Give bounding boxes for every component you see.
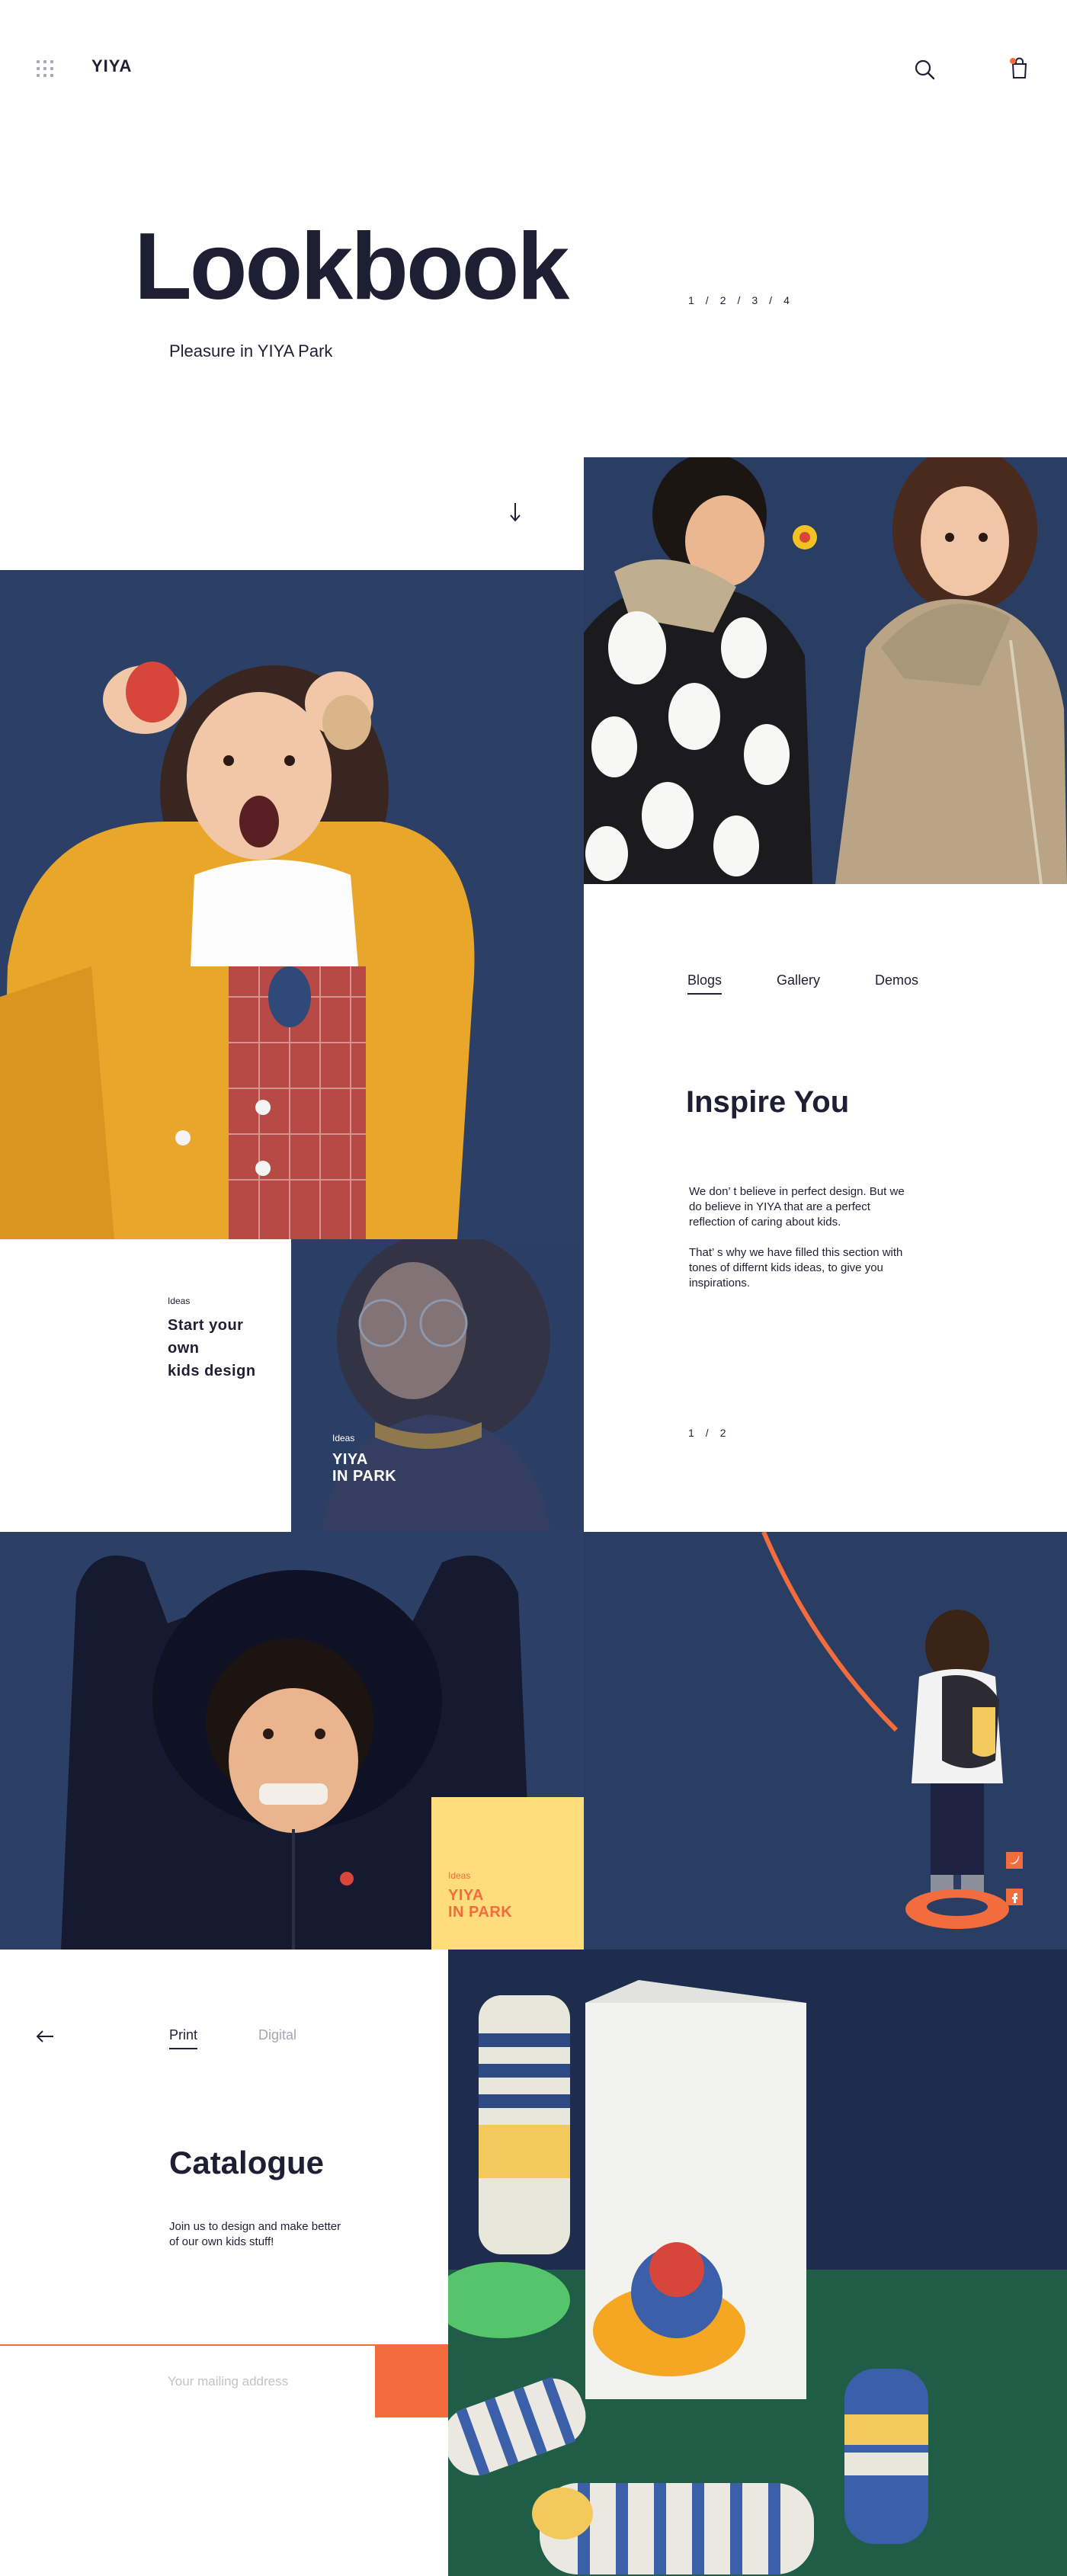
card-label: Ideas xyxy=(448,1870,471,1881)
card-title-line: IN PARK xyxy=(448,1904,513,1921)
pager-sep: / xyxy=(769,294,774,306)
tab-digital[interactable]: Digital xyxy=(258,2027,296,2049)
shopping-bag-icon[interactable] xyxy=(1006,55,1032,81)
page-title: Lookbook xyxy=(134,214,569,319)
pager-item-2[interactable]: 2 xyxy=(720,294,727,306)
photo-two-kids xyxy=(584,457,1067,884)
blog-pager: 1 / 2 xyxy=(688,1427,726,1439)
arrow-left-icon[interactable] xyxy=(35,2029,55,2044)
card-title-line: own xyxy=(168,1340,200,1357)
park-card-1[interactable]: Ideas YIYA IN PARK xyxy=(291,1239,584,1532)
search-icon[interactable] xyxy=(913,58,936,81)
photo-child-rope xyxy=(584,1532,1067,1950)
photo-girl-yellow-coat xyxy=(0,570,584,1239)
pager-item-1[interactable]: 1 xyxy=(688,294,695,306)
section-title: Inspire You xyxy=(686,1085,850,1119)
subscribe-button[interactable] xyxy=(375,2346,448,2417)
grid-menu-icon[interactable] xyxy=(37,60,53,77)
ideas-card[interactable]: Ideas Start your own kids design xyxy=(168,1296,290,1383)
arrow-down-icon[interactable] xyxy=(505,500,526,524)
card-title-line: YIYA xyxy=(332,1451,368,1468)
pager-item-2[interactable]: 2 xyxy=(720,1427,727,1439)
park-card-2[interactable]: Ideas YIYA IN PARK xyxy=(431,1797,584,1950)
page-subtitle: Pleasure in YIYA Park xyxy=(169,341,333,360)
facebook-icon[interactable] xyxy=(1006,1889,1023,1905)
pager-item-3[interactable]: 3 xyxy=(751,294,758,306)
card-title-line: YIYA xyxy=(448,1887,484,1904)
card-title-line: Start your xyxy=(168,1317,244,1334)
catalogue-description: Join us to design and make better of our… xyxy=(169,2219,341,2250)
card-title-line: kids design xyxy=(168,1363,256,1379)
blog-paragraph-1: We don’ t believe in perfect design. But… xyxy=(689,1185,905,1229)
card-label: Ideas xyxy=(332,1433,355,1443)
tab-blogs[interactable]: Blogs xyxy=(687,972,723,995)
blog-tabs: Blogs Gallery Demos xyxy=(687,972,918,995)
logo[interactable]: YIYA xyxy=(91,56,132,76)
hero-pager: 1 / 2 / 3 / 4 xyxy=(688,294,790,306)
pager-sep: / xyxy=(705,1427,710,1439)
photo-girl-glasses xyxy=(291,1239,584,1532)
pager-item-4[interactable]: 4 xyxy=(783,294,790,306)
catalogue-desc-line: Join us to design and make better xyxy=(169,2220,341,2233)
card-label: Ideas xyxy=(168,1296,191,1306)
blog-paragraph-2: That’ s why we have filled this section … xyxy=(689,1246,903,1290)
newsletter-form xyxy=(0,2344,448,2417)
twitter-icon[interactable] xyxy=(1006,1852,1023,1869)
park-card-text: Ideas YIYA IN PARK xyxy=(448,1870,512,1921)
card-title-line: IN PARK xyxy=(332,1468,397,1485)
catalogue-desc-line: of our own kids stuff! xyxy=(169,2235,274,2248)
email-field[interactable] xyxy=(0,2346,375,2417)
tab-print[interactable]: Print xyxy=(169,2027,198,2049)
photo-socks-box xyxy=(448,1950,1067,2576)
catalogue-tabs: Print Digital xyxy=(169,2027,296,2049)
pager-sep: / xyxy=(705,294,710,306)
tab-gallery[interactable]: Gallery xyxy=(777,972,820,995)
tab-demos[interactable]: Demos xyxy=(875,972,918,995)
catalogue-title: Catalogue xyxy=(169,2145,325,2180)
pager-sep: / xyxy=(737,294,742,306)
pager-item-1[interactable]: 1 xyxy=(688,1427,695,1439)
park-card-text: Ideas YIYA IN PARK xyxy=(332,1433,396,1485)
